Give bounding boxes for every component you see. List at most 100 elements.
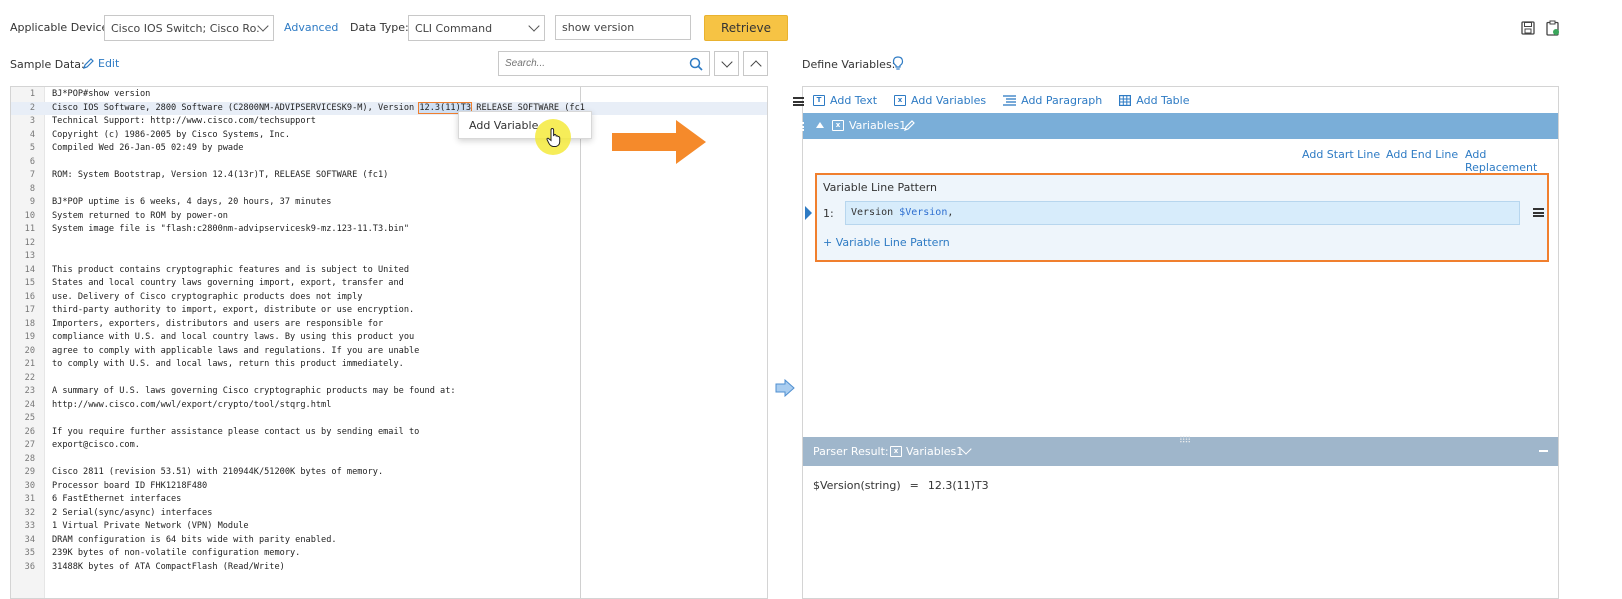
line-text: States and local country laws governing … bbox=[52, 277, 404, 291]
line-text-part: agree to comply with applicable laws and… bbox=[52, 345, 420, 356]
editor-line[interactable]: 17 third-party authority to import, expor… bbox=[11, 304, 767, 318]
retrieve-button[interactable]: Retrieve bbox=[704, 15, 788, 41]
editor-line[interactable]: 29 Cisco 2811 (revision 53.51) with 21094… bbox=[11, 466, 767, 480]
line-text: Technical Support: http://www.cisco.com/… bbox=[52, 115, 316, 129]
editor-line[interactable]: 25 bbox=[11, 412, 767, 426]
line-text-part: Cisco IOS Software, 2800 Software (C2800… bbox=[52, 102, 420, 113]
line-text: ROM: System Bootstrap, Version 12.4(13r)… bbox=[52, 169, 388, 183]
pattern-variable: $Version bbox=[899, 207, 948, 218]
line-number: 27 bbox=[24, 440, 35, 450]
editor-line[interactable]: 35 239K bytes of non-volatile configurati… bbox=[11, 547, 767, 561]
editor-line[interactable]: 21 to comply with U.S. and local laws, re… bbox=[11, 358, 767, 372]
line-number: 22 bbox=[24, 372, 35, 383]
add-variable-menu-item[interactable]: Add Variable bbox=[469, 119, 538, 132]
line-text: http://www.cisco.com/wwl/export/crypto/t… bbox=[52, 399, 331, 413]
command-input[interactable]: show version bbox=[555, 15, 691, 40]
add-end-line-link[interactable]: Add End Line bbox=[1386, 148, 1458, 161]
add-paragraph-button[interactable]: Add Paragraph bbox=[1003, 94, 1102, 107]
context-menu: Add Variable bbox=[458, 111, 592, 139]
pattern-input[interactable]: Version $Version, bbox=[845, 201, 1520, 225]
editor-line[interactable]: 18 Importers, exporters, distributors and… bbox=[11, 318, 767, 332]
editor-line[interactable]: 27 export@cisco.com. bbox=[11, 439, 767, 453]
editor-line[interactable]: 24 http://www.cisco.com/wwl/export/crypto… bbox=[11, 399, 767, 413]
line-text: System image file is "flash:c2800nm-advi… bbox=[52, 223, 409, 237]
editor-line[interactable]: 22 bbox=[11, 372, 767, 386]
editor-line[interactable]: 9 BJ*POP uptime is 6 weeks, 4 days, 20 ho… bbox=[11, 196, 767, 210]
add-variable-line-pattern-link[interactable]: + Variable Line Pattern bbox=[823, 236, 950, 249]
add-variables-button[interactable]: x Add Variables bbox=[894, 94, 986, 107]
editor-line[interactable]: 15 States and local country laws governin… bbox=[11, 277, 767, 291]
editor-line[interactable]: 31 6 FastEthernet interfaces bbox=[11, 493, 767, 507]
parser-result-variable[interactable]: Variables1 bbox=[906, 445, 963, 458]
editor-line[interactable]: 13 bbox=[11, 250, 767, 264]
clipboard-icon[interactable] bbox=[1546, 20, 1560, 36]
line-text: use. Delivery of Cisco cryptographic pro… bbox=[52, 291, 362, 305]
line-text-part: http://www.cisco.com/wwl/export/crypto/t… bbox=[52, 399, 332, 410]
search-box[interactable] bbox=[498, 51, 710, 76]
apply-arrow-icon[interactable] bbox=[775, 379, 795, 397]
add-start-line-link[interactable]: Add Start Line bbox=[1302, 148, 1380, 161]
line-number: 34 bbox=[24, 534, 35, 545]
line-text: 2 Serial(sync/async) interfaces bbox=[52, 507, 212, 521]
line-number: 5 bbox=[29, 143, 35, 153]
editor-line[interactable]: 8 bbox=[11, 183, 767, 197]
editor-line[interactable]: 16 use. Delivery of Cisco cryptographic p… bbox=[11, 291, 767, 305]
line-number: 16 bbox=[24, 291, 35, 302]
variables-section-header[interactable]: x Variables1 bbox=[793, 113, 1558, 139]
parser-result-label: Parser Result: bbox=[813, 445, 889, 458]
editor-line[interactable]: 19 compliance with U.S. and local country… bbox=[11, 331, 767, 345]
editor-line[interactable]: 20 agree to comply with applicable laws a… bbox=[11, 345, 767, 359]
editor-line[interactable]: 23 A summary of U.S. laws governing Cisco… bbox=[11, 385, 767, 399]
editor-line[interactable]: 10 System returned to ROM by power-on bbox=[11, 210, 767, 224]
next-match-button[interactable] bbox=[714, 51, 739, 76]
editor-line[interactable]: 36 31488K bytes of ATA CompactFlash (Read… bbox=[11, 561, 767, 575]
line-number: 21 bbox=[24, 359, 35, 369]
data-type-select[interactable]: CLI Command bbox=[408, 15, 545, 41]
pattern-menu-icon[interactable] bbox=[1533, 208, 1544, 217]
line-text: 1 Virtual Private Network (VPN) Module bbox=[52, 520, 249, 534]
line-text: A summary of U.S. laws governing Cisco c… bbox=[52, 385, 456, 399]
editor-line[interactable]: 26 If you require further assistance plea… bbox=[11, 426, 767, 440]
line-number: 31 bbox=[24, 494, 35, 504]
toolbar-menu-icon[interactable] bbox=[793, 97, 804, 106]
parser-result-row: $Version(string) = 12.3(11)T3 bbox=[813, 479, 989, 492]
add-replacement-link[interactable]: Add Replacement bbox=[1465, 148, 1558, 174]
rename-pencil-icon[interactable] bbox=[904, 120, 915, 131]
hint-bulb-icon[interactable] bbox=[892, 56, 904, 71]
line-number: 3 bbox=[29, 116, 35, 126]
editor-line[interactable]: 34 DRAM configuration is 64 bits wide wit… bbox=[11, 534, 767, 548]
editor-line[interactable]: 7 ROM: System Bootstrap, Version 12.4(13r… bbox=[11, 169, 767, 183]
save-icon[interactable] bbox=[1521, 21, 1535, 35]
line-text: to comply with U.S. and local laws, retu… bbox=[52, 358, 404, 372]
editor-line[interactable]: 33 1 Virtual Private Network (VPN) Module bbox=[11, 520, 767, 534]
editor-line[interactable]: 32 2 Serial(sync/async) interfaces bbox=[11, 507, 767, 521]
line-text-part: to comply with U.S. and local laws, retu… bbox=[52, 359, 404, 369]
editor-line[interactable]: 30 Processor board ID FHK1218F480 bbox=[11, 480, 767, 494]
line-text-part: System returned to ROM by power-on bbox=[52, 210, 228, 221]
add-table-button[interactable]: Add Table bbox=[1119, 94, 1190, 107]
resize-grip-icon[interactable]: ⠿⠿ bbox=[1179, 436, 1191, 446]
search-input[interactable] bbox=[505, 58, 689, 69]
device-select[interactable]: Cisco IOS Switch; Cisco Ro... bbox=[104, 15, 274, 41]
editor-line[interactable]: 11 System image file is "flash:c2800nm-ad… bbox=[11, 223, 767, 237]
pattern-tail: , bbox=[947, 207, 954, 218]
define-toolbar: T Add Text x Add Variables Add Paragraph… bbox=[813, 94, 1190, 107]
line-text-part: use. Delivery of Cisco cryptographic pro… bbox=[52, 291, 363, 302]
section-menu-icon[interactable] bbox=[793, 122, 804, 131]
editor-line[interactable]: 2 Cisco IOS Software, 2800 Software (C280… bbox=[11, 101, 767, 115]
search-icon[interactable] bbox=[689, 57, 703, 71]
advanced-link[interactable]: Advanced bbox=[284, 21, 338, 34]
add-text-button[interactable]: T Add Text bbox=[813, 94, 877, 107]
variable-icon: x bbox=[894, 95, 907, 106]
editor-line[interactable]: 12 bbox=[11, 237, 767, 251]
editor-line[interactable]: 14 This product contains cryptographic fe… bbox=[11, 264, 767, 278]
add-table-label: Add Table bbox=[1136, 94, 1190, 107]
collapse-triangle-icon[interactable] bbox=[816, 122, 824, 128]
editor-line[interactable]: 28 bbox=[11, 453, 767, 467]
parser-result-header[interactable]: Parser Result: x Variables1 ⠿⠿ bbox=[803, 436, 1558, 466]
editor-line[interactable]: 1 BJ*POP#show version bbox=[11, 88, 767, 102]
prev-match-button[interactable] bbox=[743, 51, 768, 76]
edit-link[interactable]: Edit bbox=[83, 57, 119, 70]
line-number: 14 bbox=[24, 264, 35, 275]
minimize-icon[interactable] bbox=[1539, 450, 1548, 452]
